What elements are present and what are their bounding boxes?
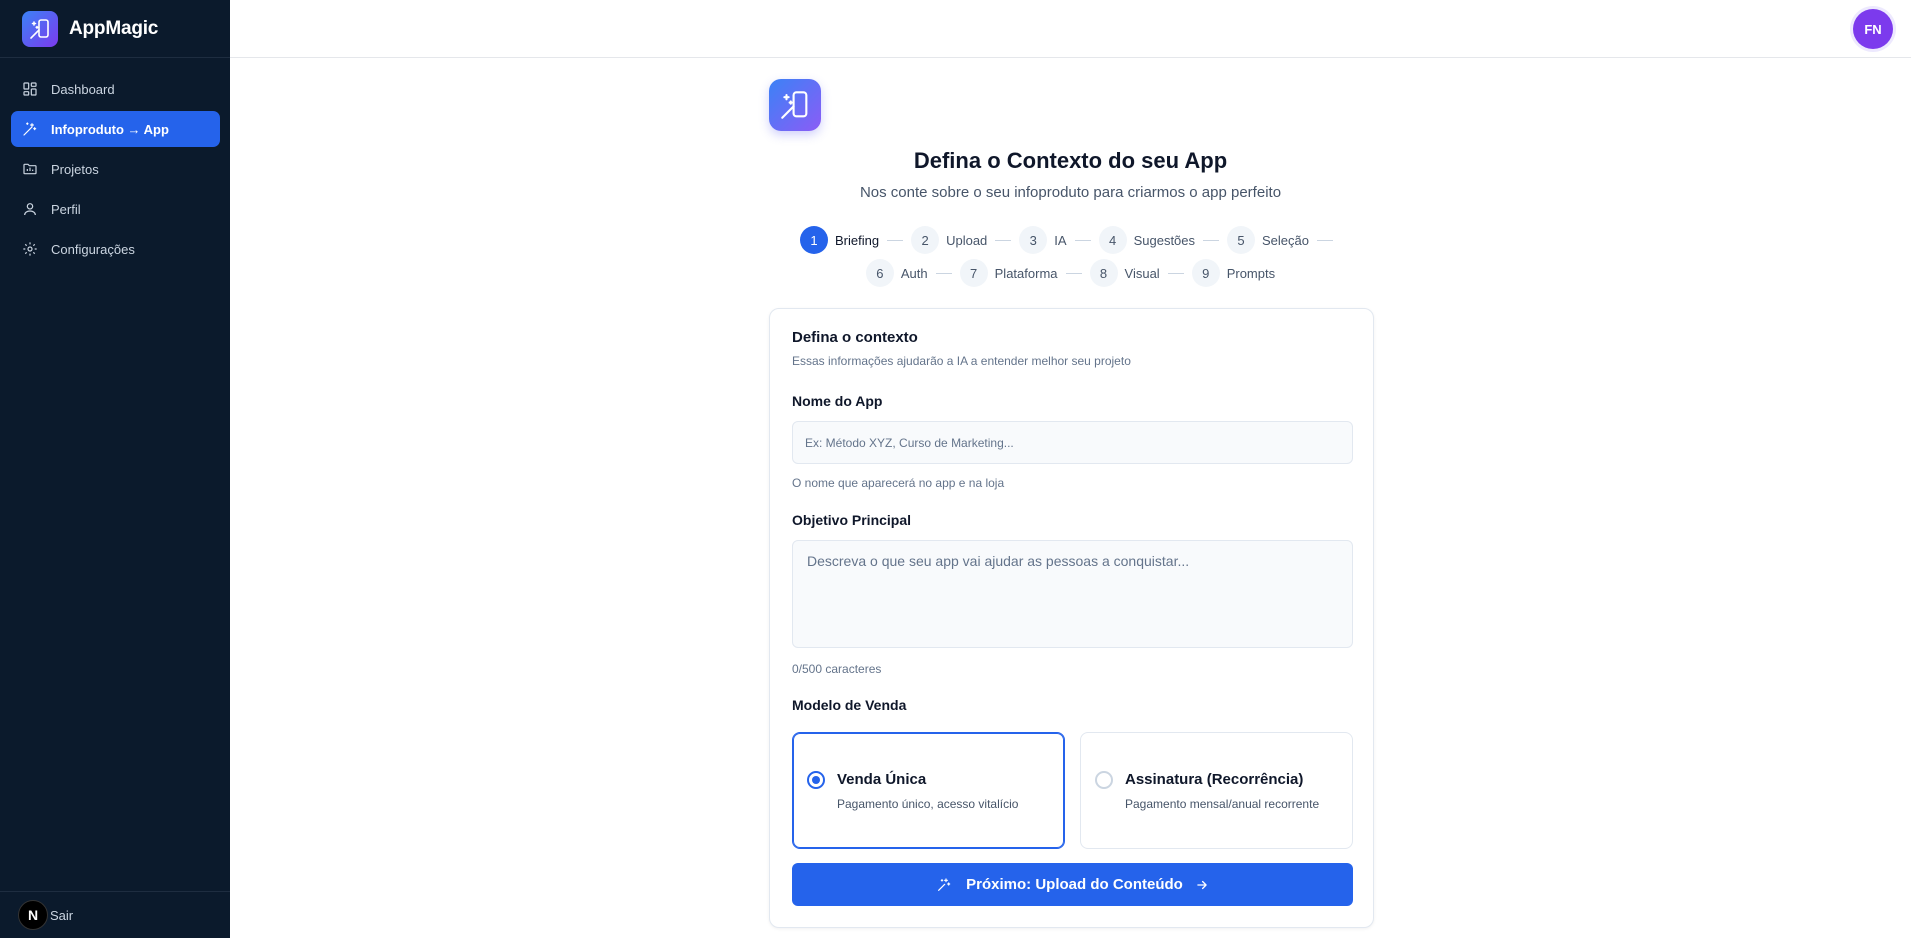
brand-name: AppMagic: [69, 17, 159, 39]
sales-option-assinatura[interactable]: Assinatura (Recorrência) Pagamento mensa…: [1080, 732, 1353, 849]
sidebar-item-label: Configurações: [51, 241, 135, 257]
page-subtitle: Nos conte sobre o seu infoproduto para c…: [859, 184, 1282, 201]
sidebar-item-configuracoes[interactable]: Configurações: [11, 231, 220, 267]
option-description: Pagamento único, acesso vitalício: [837, 797, 1019, 811]
step-number: 7: [959, 259, 988, 287]
step-number: 6: [865, 259, 894, 287]
step-separator: [887, 239, 904, 241]
step-label: Visual: [1124, 265, 1160, 281]
brand[interactable]: AppMagic: [0, 0, 230, 58]
option-description: Pagamento mensal/anual recorrente: [1125, 797, 1320, 811]
step-separator: [995, 239, 1012, 241]
step-separator: [1317, 239, 1333, 241]
next-button[interactable]: Próximo: Upload do Conteúdo: [792, 863, 1353, 906]
objective-char-counter: 0/500 caracteres: [792, 662, 882, 676]
option-title: Venda Única: [837, 771, 927, 788]
step-label: IA: [1054, 232, 1067, 248]
step-number: 8: [1089, 259, 1118, 287]
sidebar-item-label: Projetos: [51, 161, 99, 177]
wand-icon: [21, 120, 39, 138]
stepper-row-2: 6 Auth 7 Plataforma 8 Visual 9 Prompts: [230, 259, 1911, 287]
gear-icon: [21, 240, 39, 258]
sidebar-item-dashboard[interactable]: Dashboard: [11, 71, 220, 107]
step-separator: [1074, 239, 1091, 241]
step-number: 4: [1098, 226, 1127, 254]
step-label: Upload: [946, 232, 988, 248]
radio-selected[interactable]: [807, 771, 825, 789]
stepper: 1 Briefing 2 Upload 3 IA 4 Sugestões 5 S…: [230, 226, 1911, 287]
sidebar-footer: N Sair: [0, 891, 230, 938]
page-title: Defina o Contexto do seu App: [913, 148, 1228, 173]
sales-option-venda-unica[interactable]: Venda Única Pagamento único, acesso vita…: [792, 732, 1065, 849]
step-label: Auth: [900, 265, 928, 281]
n-badge[interactable]: N: [18, 900, 48, 930]
sidebar-item-label: Dashboard: [51, 81, 115, 97]
next-button-label: Próximo: Upload do Conteúdo: [966, 876, 1183, 893]
radio-unselected[interactable]: [1095, 771, 1113, 789]
objective-textarea[interactable]: [792, 540, 1353, 648]
app-name-label: Nome do App: [792, 393, 883, 409]
step-separator: [1065, 272, 1082, 274]
sidebar-item-projetos[interactable]: Projetos: [11, 151, 220, 187]
step-label: Sugestões: [1133, 232, 1196, 248]
sparkles-icon: [936, 877, 952, 893]
topbar: FN: [230, 0, 1911, 58]
objective-label: Objetivo Principal: [792, 512, 912, 528]
sidebar-item-infoproduto-app[interactable]: Infoproduto → App: [11, 111, 220, 147]
step-label: Briefing: [835, 232, 880, 248]
step-number: 5: [1227, 226, 1256, 254]
sidebar-item-perfil[interactable]: Perfil: [11, 191, 220, 227]
sidebar-nav: Dashboard Infoproduto → App Projetos Per…: [0, 58, 230, 267]
context-form-card: Defina o contexto Essas informações ajud…: [769, 308, 1374, 928]
step-selecao[interactable]: 5 Seleção: [1227, 226, 1309, 254]
stepper-row-1: 1 Briefing 2 Upload 3 IA 4 Sugestões 5 S…: [230, 226, 1911, 254]
step-separator: [1167, 272, 1184, 274]
step-label: Plataforma: [994, 265, 1058, 281]
grid-icon: [21, 80, 39, 98]
wand-phone-icon: [769, 79, 821, 131]
step-upload[interactable]: 2 Upload: [911, 226, 987, 254]
avatar[interactable]: FN: [1853, 9, 1893, 49]
step-ia[interactable]: 3 IA: [1019, 226, 1067, 254]
user-icon: [21, 200, 39, 218]
card-description: Essas informações ajudarão a IA a entend…: [792, 354, 1131, 368]
logout-link[interactable]: Sair: [50, 908, 73, 923]
app-name-input[interactable]: [792, 421, 1353, 464]
step-plataforma[interactable]: 7 Plataforma: [959, 259, 1058, 287]
step-auth[interactable]: 6 Auth: [865, 259, 928, 287]
step-number: 1: [800, 226, 828, 254]
step-label: Prompts: [1226, 265, 1276, 281]
sales-model-label: Modelo de Venda: [792, 697, 907, 713]
step-prompts[interactable]: 9 Prompts: [1191, 259, 1276, 287]
step-number: 3: [1019, 226, 1048, 254]
sidebar-item-label: Perfil: [51, 201, 81, 217]
step-separator: [1203, 239, 1220, 241]
sidebar-item-label: Infoproduto → App: [51, 121, 169, 137]
step-separator: [935, 272, 952, 274]
card-title: Defina o contexto: [792, 329, 918, 346]
sidebar: AppMagic Dashboard Infoproduto → App Pro…: [0, 0, 230, 938]
step-visual[interactable]: 8 Visual: [1089, 259, 1160, 287]
option-title: Assinatura (Recorrência): [1125, 771, 1304, 788]
step-label: Seleção: [1262, 232, 1309, 248]
arrow-right-icon: [1195, 878, 1209, 892]
step-briefing[interactable]: 1 Briefing: [800, 226, 879, 254]
app-name-hint: O nome que aparecerá no app e na loja: [792, 476, 1005, 490]
main-content: Defina o Contexto do seu App Nos conte s…: [230, 58, 1911, 938]
step-number: 9: [1191, 259, 1220, 287]
folder-icon: [21, 160, 39, 178]
step-sugestoes[interactable]: 4 Sugestões: [1098, 226, 1196, 254]
step-number: 2: [911, 226, 940, 254]
wand-phone-icon: [22, 10, 58, 47]
